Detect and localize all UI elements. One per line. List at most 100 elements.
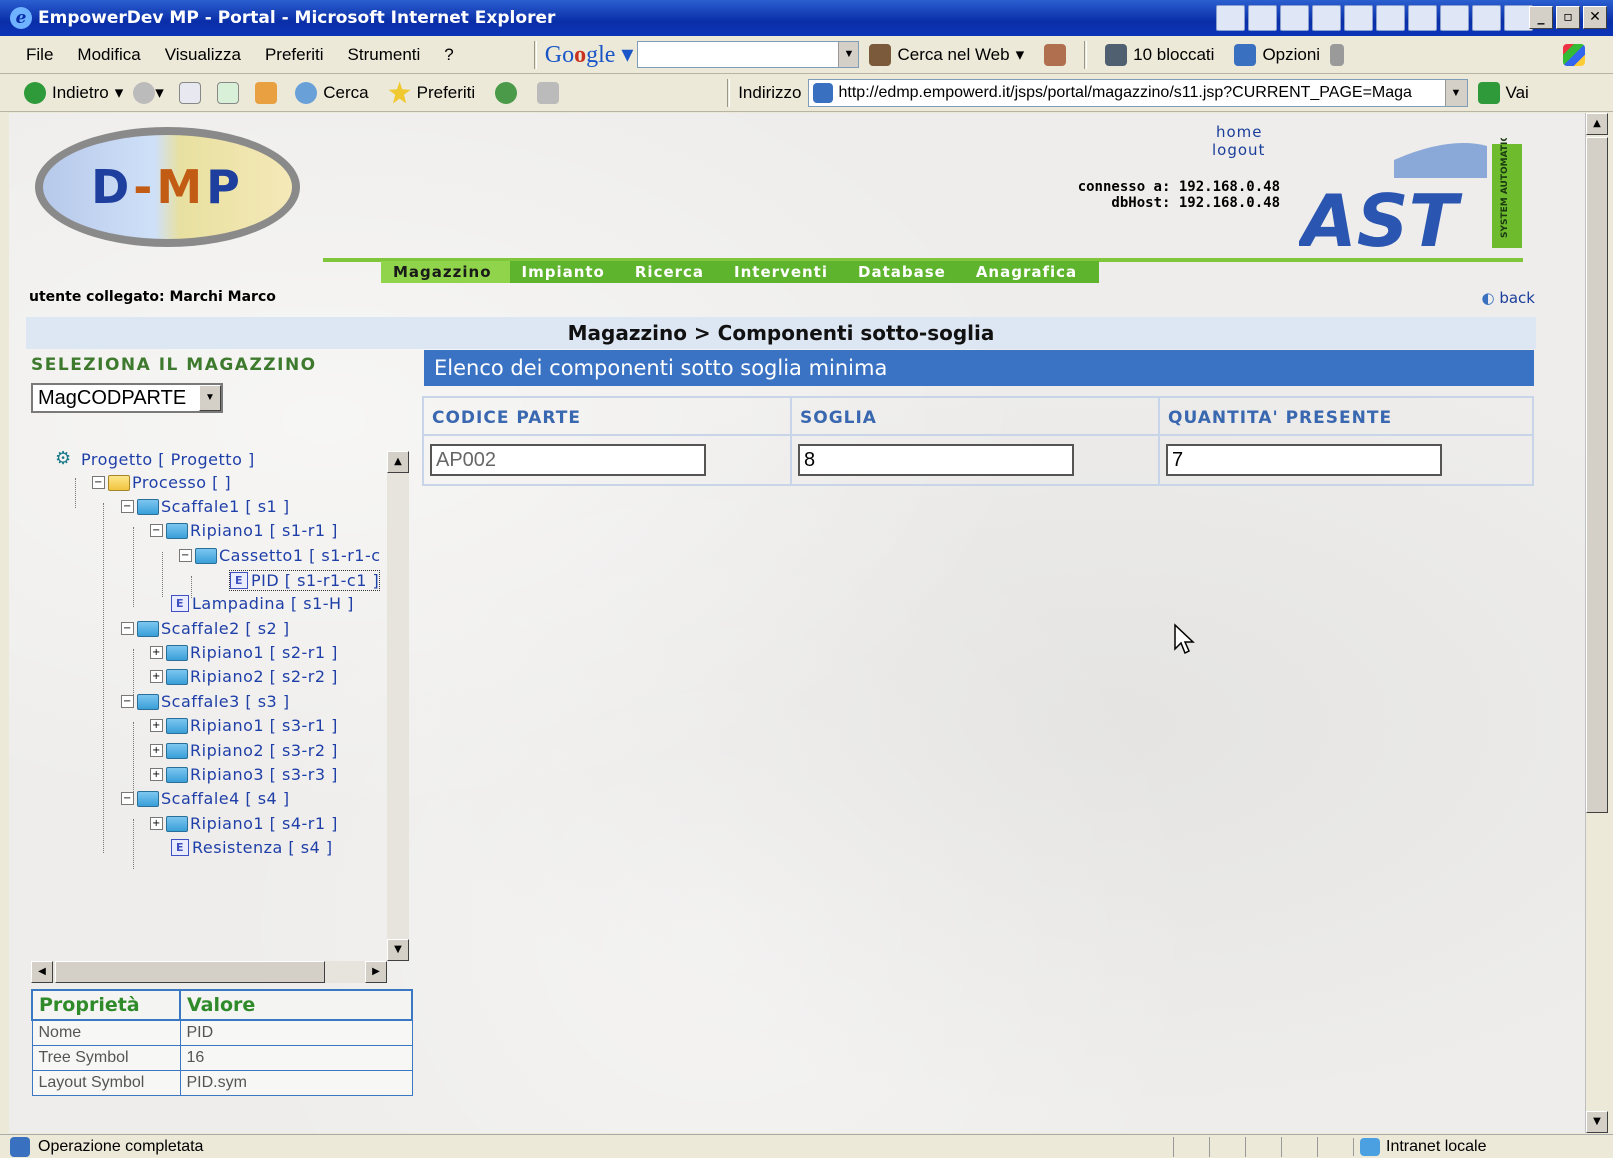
expand-icon[interactable]: + — [150, 719, 163, 732]
collapse-icon[interactable]: − — [179, 549, 192, 562]
options-button[interactable]: Opzioni — [1224, 43, 1330, 66]
svg-text:SYSTEM AUTOMATION: SYSTEM AUTOMATION — [1500, 138, 1510, 238]
tree-node-progetto[interactable]: ⚙ Progetto [ Progetto ] — [55, 448, 255, 470]
collapse-icon[interactable]: − — [121, 622, 134, 635]
popup-blocked-button[interactable]: 10 bloccati — [1095, 43, 1224, 66]
tree-horizontal-scrollbar[interactable]: ◀ ▶ — [31, 961, 387, 983]
forward-arrow-icon[interactable] — [133, 81, 156, 104]
expand-icon[interactable]: + — [150, 744, 163, 757]
page-vertical-scrollbar[interactable]: ▲ ▼ — [1585, 113, 1609, 1133]
menu-preferiti[interactable]: Preferiti — [253, 45, 336, 65]
app-icon[interactable] — [1344, 5, 1373, 31]
tree-node-s3-ripiano1[interactable]: + Ripiano1 [ s3-r1 ] — [150, 716, 338, 735]
windows-logo-icon — [1563, 43, 1585, 66]
codice-parte-field[interactable]: AP002 — [430, 444, 706, 476]
stop-icon[interactable] — [179, 81, 202, 104]
folder-icon — [166, 644, 188, 661]
menu-visualizza[interactable]: Visualizza — [153, 45, 253, 65]
minimize-button[interactable]: _ — [1529, 6, 1553, 29]
menu-modifica[interactable]: Modifica — [65, 45, 152, 65]
home-icon[interactable] — [255, 81, 278, 104]
menu-file[interactable]: File — [14, 45, 65, 65]
scroll-left-icon[interactable]: ◀ — [31, 961, 53, 983]
property-header: Proprietà — [31, 989, 181, 1021]
app-icon[interactable] — [1376, 5, 1405, 31]
scroll-down-icon[interactable]: ▼ — [387, 939, 409, 961]
collapse-icon[interactable]: − — [150, 524, 163, 537]
tree-node-processo[interactable]: − Processo [ ] — [92, 473, 231, 492]
refresh-icon[interactable] — [217, 81, 240, 104]
tree-node-s4-ripiano1[interactable]: + Ripiano1 [ s4-r1 ] — [150, 814, 338, 833]
tree-node-cassetto1[interactable]: − Cassetto1 [ s1-r1-c — [179, 546, 381, 565]
tree-vertical-scrollbar[interactable]: ▲ ▼ — [387, 451, 409, 961]
warehouse-select[interactable]: MagCODPARTE ▼ — [31, 383, 223, 413]
tree-node-s3-ripiano2[interactable]: + Ripiano2 [ s3-r2 ] — [150, 741, 338, 760]
back-button[interactable]: Indietro ▾ — [14, 81, 133, 104]
quantita-field[interactable]: 7 — [1166, 444, 1442, 476]
menu-strumenti[interactable]: Strumenti — [336, 45, 433, 65]
scroll-up-icon[interactable]: ▲ — [1586, 113, 1608, 135]
dmp-logo[interactable]: D-MP — [35, 127, 300, 247]
history-icon[interactable] — [495, 81, 518, 104]
tree-node-scaffale3[interactable]: − Scaffale3 [ s3 ] — [121, 692, 290, 711]
scroll-thumb[interactable] — [55, 961, 325, 983]
go-button[interactable]: Vai — [1468, 81, 1539, 104]
home-link[interactable]: home — [1216, 123, 1263, 141]
tree-node-s1-ripiano1[interactable]: − Ripiano1 [ s1-r1 ] — [150, 521, 338, 540]
nav-ricerca[interactable]: Ricerca — [623, 263, 722, 281]
tree-node-scaffale4[interactable]: − Scaffale4 [ s4 ] — [121, 789, 290, 808]
address-input[interactable]: http://edmp.empowerd.it/jsps/portal/maga… — [807, 78, 1468, 107]
app-icon[interactable] — [1312, 5, 1341, 31]
app-icon[interactable] — [1440, 5, 1469, 31]
tree-node-scaffale2[interactable]: − Scaffale2 [ s2 ] — [121, 619, 290, 638]
nav-database[interactable]: Database — [846, 263, 964, 281]
tree-node-s2-ripiano1[interactable]: + Ripiano1 [ s2-r1 ] — [150, 643, 338, 662]
logged-user: utente collegato: Marchi Marco — [29, 289, 276, 305]
menu-help[interactable]: ? — [432, 45, 465, 65]
search-web-button[interactable]: Cerca nel Web ▾ — [859, 43, 1034, 66]
tree-node-s2-ripiano2[interactable]: + Ripiano2 [ s2-r2 ] — [150, 667, 338, 686]
google-search-input[interactable]: ▼ — [637, 41, 860, 68]
tree-node-s3-ripiano3[interactable]: + Ripiano3 [ s3-r3 ] — [150, 765, 338, 784]
expand-icon[interactable]: + — [150, 768, 163, 781]
tree-node-lampadina[interactable]: E Lampadina [ s1-H ] — [171, 594, 354, 613]
app-icon[interactable] — [1472, 5, 1501, 31]
expand-icon[interactable]: + — [150, 670, 163, 683]
folder-open-icon — [166, 522, 188, 539]
soglia-field[interactable]: 8 — [798, 444, 1074, 476]
favorites-button[interactable]: Preferiti — [379, 81, 486, 104]
tree-node-pid[interactable]: E PID [ s1-r1-c1 ] — [229, 570, 381, 591]
scroll-thumb[interactable] — [1586, 137, 1608, 813]
app-icon[interactable] — [1408, 5, 1437, 31]
collapse-icon[interactable]: − — [121, 500, 134, 513]
go-arrow-icon — [1477, 81, 1500, 104]
logout-link[interactable]: logout — [1212, 141, 1265, 159]
nav-impianto[interactable]: Impianto — [510, 263, 623, 281]
collapse-icon[interactable]: − — [92, 476, 105, 489]
scroll-down-icon[interactable]: ▼ — [1586, 1111, 1608, 1133]
expand-icon[interactable]: + — [150, 817, 163, 830]
bookmark-icon[interactable] — [1044, 43, 1067, 66]
word-icon[interactable] — [1248, 5, 1277, 31]
back-link[interactable]: ◐ back — [1481, 289, 1535, 307]
scroll-up-icon[interactable]: ▲ — [387, 451, 409, 473]
scroll-right-icon[interactable]: ▶ — [365, 961, 387, 983]
nav-magazzino[interactable]: Magazzino — [381, 261, 510, 283]
warehouse-tree: ⚙ Progetto [ Progetto ] − Processo [ ] − Sc… — [31, 448, 413, 988]
search-button[interactable]: Cerca — [285, 81, 378, 104]
collapse-icon[interactable]: − — [121, 695, 134, 708]
app-icon[interactable] — [1216, 5, 1245, 31]
nav-anagrafica[interactable]: Anagrafica — [964, 263, 1095, 281]
expand-icon[interactable]: + — [150, 646, 163, 659]
google-logo[interactable]: Google ▾ — [545, 40, 634, 69]
tree-node-scaffale1[interactable]: − Scaffale1 [ s1 ] — [121, 497, 290, 516]
mouse-cursor-icon — [1174, 623, 1195, 655]
tree-node-resistenza[interactable]: E Resistenza [ s4 ] — [171, 838, 333, 857]
nav-interventi[interactable]: Interventi — [722, 263, 846, 281]
close-button[interactable]: ✕ — [1583, 6, 1607, 29]
maximize-button[interactable]: ▫ — [1556, 6, 1580, 29]
print-icon[interactable] — [537, 81, 560, 104]
collapse-icon[interactable]: − — [121, 792, 134, 805]
excel-icon[interactable] — [1280, 5, 1309, 31]
pencil-icon[interactable] — [1330, 43, 1345, 66]
